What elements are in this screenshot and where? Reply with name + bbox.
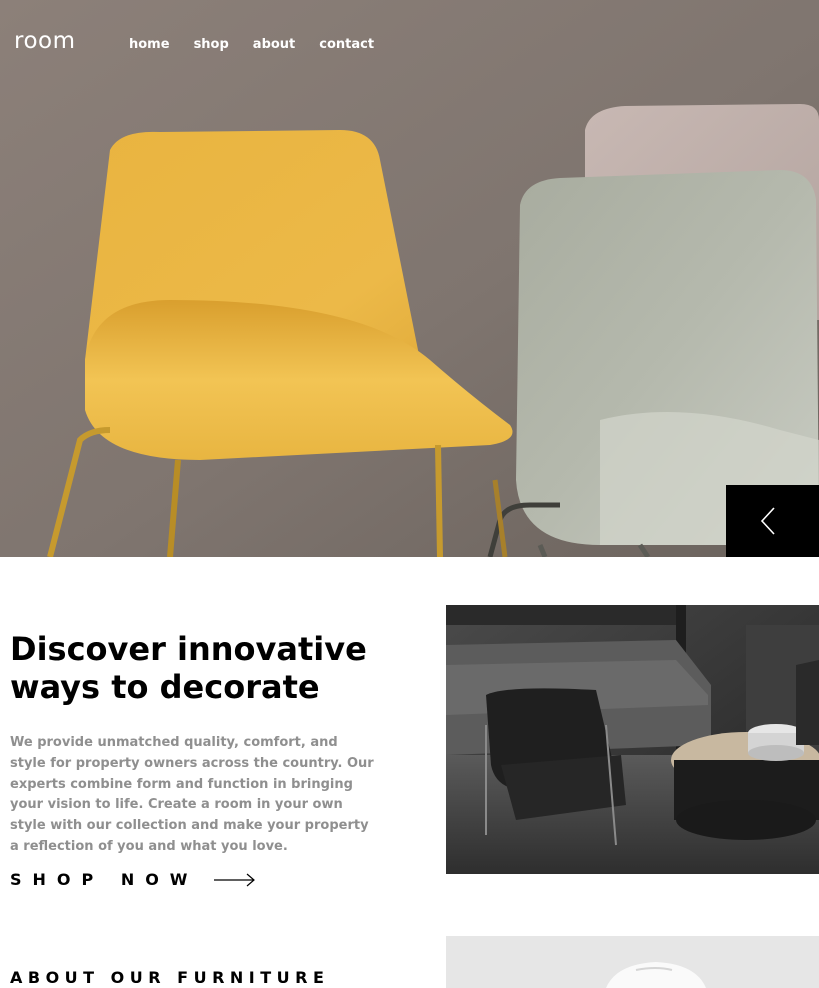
white-chair-illustration [446, 936, 819, 988]
discover-title: Discover innovative ways to decorate [10, 630, 367, 706]
living-room-illustration [446, 605, 819, 874]
nav-link-about[interactable]: about [253, 37, 295, 52]
hero-section: room home shop about contact [0, 0, 819, 557]
about-heading: ABOUT OUR FURNITURE [10, 968, 330, 987]
nav-link-contact[interactable]: contact [319, 37, 374, 52]
arrow-right-icon [214, 873, 256, 886]
nav-link-shop[interactable]: shop [194, 37, 229, 52]
nav-links: home shop about contact [129, 37, 374, 52]
top-navigation: room home shop about contact [0, 0, 819, 90]
slider-prev-button[interactable] [726, 485, 819, 557]
discover-description: We provide unmatched quality, comfort, a… [10, 735, 374, 854]
chevron-left-icon [760, 507, 775, 535]
white-chair-image [446, 936, 819, 988]
shop-now-label: SHOP NOW [10, 870, 199, 889]
nav-link-home[interactable]: home [129, 37, 170, 52]
shop-now-button[interactable]: SHOP NOW [10, 870, 256, 889]
brand-logo[interactable]: room [14, 28, 76, 54]
living-room-image [446, 605, 819, 874]
